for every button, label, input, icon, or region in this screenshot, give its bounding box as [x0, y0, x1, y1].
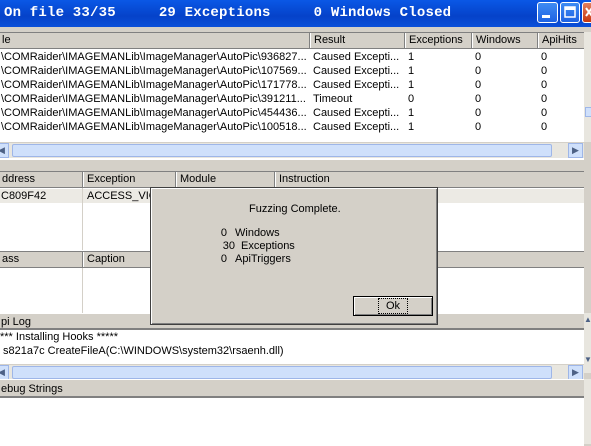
minimize-icon — [542, 15, 550, 18]
column-divider — [82, 188, 83, 250]
stat-label-exceptions: Exceptions — [241, 240, 295, 252]
window-title: On file 33/35 29 Exceptions 0 Windows Cl… — [4, 5, 452, 21]
maximize-button[interactable] — [560, 2, 580, 23]
stat-label-windows: Windows — [235, 227, 280, 239]
column-divider — [82, 268, 83, 314]
cell-exceptions: 1 — [408, 107, 415, 119]
cell-exceptions: 0 — [408, 93, 415, 105]
cell-windows: 0 — [475, 79, 482, 91]
results-header: le Result Exceptions Windows ApiHits — [0, 33, 584, 49]
scroll-right-icon[interactable]: ▶ — [568, 365, 583, 380]
cell-exceptions: 1 — [408, 121, 415, 133]
cell-result: Caused Excepti... — [313, 65, 400, 77]
col-windows[interactable]: Windows — [472, 33, 538, 48]
cell-file: \COMRaider\IMAGEMANLib\ImageManager\Auto… — [1, 79, 307, 91]
cell-apihits: 0 — [541, 121, 548, 133]
log-line: s821a7c CreateFileA(C:\WINDOWS\system32\… — [3, 345, 284, 357]
cell-exceptions: 1 — [408, 65, 415, 77]
exception-address: C809F42 — [1, 190, 47, 202]
col-class[interactable]: ass — [0, 252, 83, 267]
cell-apihits: 0 — [541, 51, 548, 63]
exception-type: ACCESS_VIO — [87, 190, 154, 202]
stat-label-apitriggers: ApiTriggers — [235, 253, 291, 265]
col-file[interactable]: le — [0, 33, 310, 48]
cell-file: \COMRaider\IMAGEMANLib\ImageManager\Auto… — [1, 121, 307, 133]
table-row[interactable]: \COMRaider\IMAGEMANLib\ImageManager\Auto… — [0, 92, 584, 106]
cell-apihits: 0 — [541, 65, 548, 77]
scroll-up-icon[interactable]: ▲ — [584, 315, 591, 324]
exceptions-header: ddress Exception Module Instruction — [0, 172, 584, 188]
scroll-left-icon[interactable]: ◀ — [0, 143, 9, 158]
debug-strings-list[interactable] — [0, 397, 584, 446]
scroll-thumb[interactable] — [12, 366, 552, 379]
cell-result: Caused Excepti... — [313, 107, 400, 119]
minimize-button[interactable] — [537, 2, 558, 23]
cell-apihits: 0 — [541, 79, 548, 91]
cell-result: Caused Excepti... — [313, 51, 400, 63]
scroll-right-icon[interactable]: ▶ — [568, 143, 583, 158]
vscroll-thumb[interactable] — [585, 107, 591, 117]
table-row[interactable]: \COMRaider\IMAGEMANLib\ImageManager\Auto… — [0, 78, 584, 92]
cell-apihits: 0 — [541, 107, 548, 119]
fuzzing-complete-dialog: Fuzzing Complete. 0 Windows 30 Exception… — [150, 187, 438, 325]
scroll-thumb[interactable] — [12, 144, 552, 157]
cell-exceptions: 1 — [408, 51, 415, 63]
table-row[interactable]: \COMRaider\IMAGEMANLib\ImageManager\Auto… — [0, 64, 584, 78]
results-hscrollbar[interactable]: ◀ ▶ — [0, 142, 584, 158]
col-apihits[interactable]: ApiHits — [538, 33, 584, 48]
cell-file: \COMRaider\IMAGEMANLib\ImageManager\Auto… — [1, 107, 307, 119]
debug-strings-header: ebug Strings — [0, 379, 584, 397]
api-log-vscrollbar[interactable]: ▲ ▼ — [584, 313, 591, 373]
ok-button-label: Ok — [377, 298, 409, 314]
results-list[interactable]: le Result Exceptions Windows ApiHits \CO… — [0, 32, 584, 160]
stat-count-windows: 0 — [220, 227, 227, 239]
cell-windows: 0 — [475, 107, 482, 119]
cell-apihits: 0 — [541, 93, 548, 105]
log-line: *** Installing Hooks ***** — [0, 331, 119, 343]
stat-count-apitriggers: 0 — [220, 253, 227, 265]
table-row[interactable]: \COMRaider\IMAGEMANLib\ImageManager\Auto… — [0, 50, 584, 64]
col-address[interactable]: ddress — [0, 172, 83, 187]
col-result[interactable]: Result — [310, 33, 405, 48]
col-module[interactable]: Module — [176, 172, 275, 187]
cell-exceptions: 1 — [408, 79, 415, 91]
dialog-title: Fuzzing Complete. — [249, 203, 341, 215]
title-bar: On file 33/35 29 Exceptions 0 Windows Cl… — [0, 0, 591, 27]
col-exceptions[interactable]: Exceptions — [405, 33, 472, 48]
scroll-left-icon[interactable]: ◀ — [0, 365, 9, 380]
cell-file: \COMRaider\IMAGEMANLib\ImageManager\Auto… — [1, 65, 307, 77]
results-vscrollbar[interactable] — [584, 32, 591, 142]
table-row[interactable]: \COMRaider\IMAGEMANLib\ImageManager\Auto… — [0, 106, 584, 120]
cell-windows: 0 — [475, 65, 482, 77]
col-exception[interactable]: Exception — [83, 172, 176, 187]
table-row[interactable]: \COMRaider\IMAGEMANLib\ImageManager\Auto… — [0, 120, 584, 134]
debug-vscrollbar[interactable] — [584, 379, 591, 444]
close-icon — [585, 7, 591, 17]
col-instruction[interactable]: Instruction — [275, 172, 584, 187]
cell-windows: 0 — [475, 121, 482, 133]
cell-result: Caused Excepti... — [313, 121, 400, 133]
api-log-hscrollbar[interactable]: ◀ ▶ — [0, 364, 584, 380]
cell-windows: 0 — [475, 51, 482, 63]
ok-button[interactable]: Ok — [353, 296, 433, 316]
cell-result: Caused Excepti... — [313, 79, 400, 91]
maximize-icon — [564, 6, 576, 18]
cell-file: \COMRaider\IMAGEMANLib\ImageManager\Auto… — [1, 51, 307, 63]
scroll-down-icon[interactable]: ▼ — [584, 355, 591, 364]
cell-result: Timeout — [313, 93, 353, 105]
close-button[interactable] — [582, 2, 591, 23]
cell-file: \COMRaider\IMAGEMANLib\ImageManager\Auto… — [1, 93, 306, 105]
cell-windows: 0 — [475, 93, 482, 105]
stat-count-exceptions: 30 — [222, 240, 235, 252]
